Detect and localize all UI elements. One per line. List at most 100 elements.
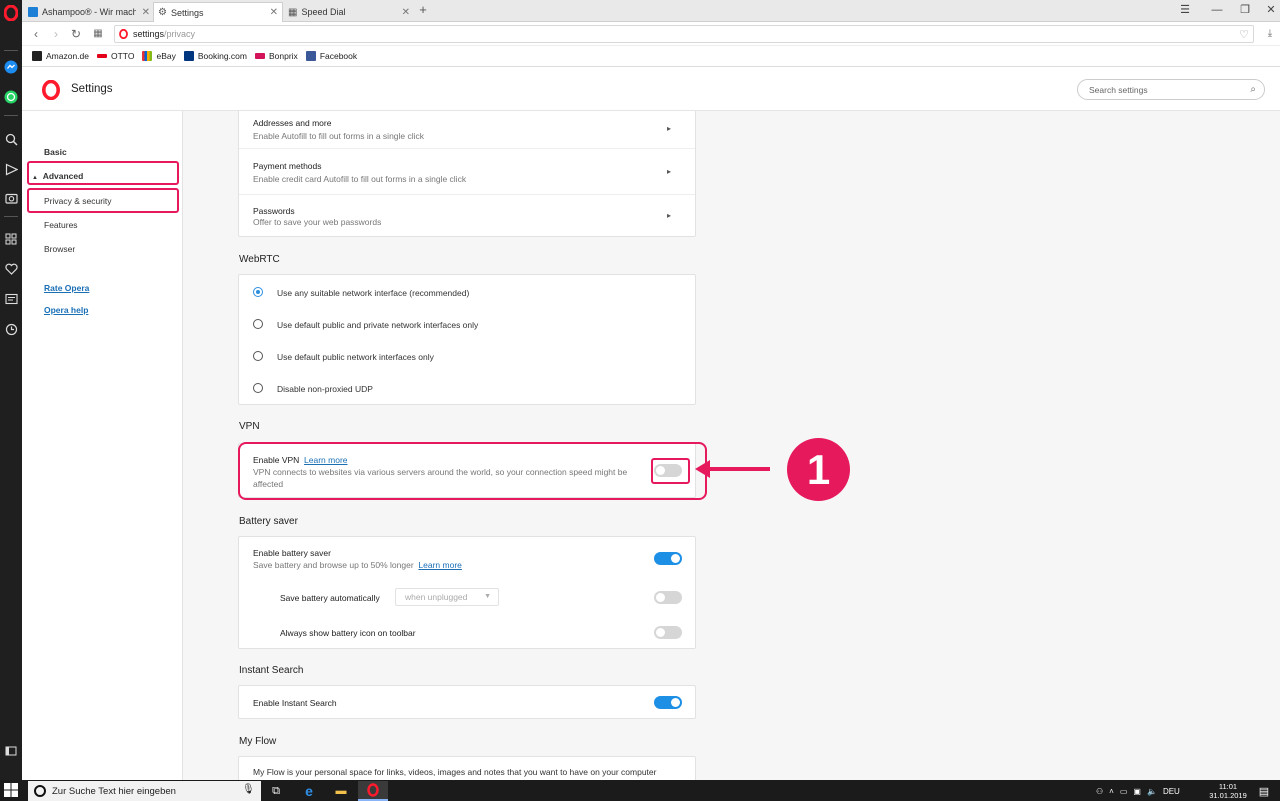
history-icon[interactable] (1, 319, 21, 339)
my-flow-card: My Flow is your personal space for links… (238, 756, 696, 780)
opera-menu-icon[interactable] (1, 3, 21, 23)
sidebar-toggle-icon[interactable] (1, 741, 21, 761)
bookmark-label: OTTO (111, 51, 135, 61)
microphone-icon[interactable]: 🎙 (242, 784, 255, 795)
webrtc-title: WebRTC (239, 254, 280, 265)
display-icon[interactable]: ▣ (1133, 787, 1141, 796)
radio-webrtc-public-private[interactable] (253, 319, 263, 329)
whatsapp-icon[interactable] (1, 87, 21, 107)
battery-learn-more-link[interactable]: Learn more (418, 560, 461, 570)
taskbar-search-input[interactable]: Zur Suche Text hier eingeben 🎙 (28, 781, 261, 801)
speed-dial-icon[interactable] (1, 229, 21, 249)
send-icon[interactable] (1, 159, 21, 179)
close-tab-icon[interactable]: ✕ (142, 7, 150, 18)
bookmark-booking[interactable]: Booking.com (183, 51, 247, 61)
battery-subtitle: Save battery and browse up to 50% longer (253, 560, 414, 570)
opera-badge-icon (119, 29, 128, 39)
nav-advanced[interactable]: ▲ Advanced (32, 171, 83, 181)
file-explorer-icon[interactable]: ▬ (326, 781, 356, 801)
radio-label: Use default public network interfaces on… (277, 352, 434, 362)
search-icon: ⌕ (1250, 84, 1256, 95)
battery-saver-toggle[interactable] (654, 552, 682, 565)
volume-icon[interactable]: 🔈 (1147, 787, 1157, 796)
tab-settings[interactable]: ⚙ Settings ✕ (153, 2, 283, 22)
booking-icon (183, 51, 194, 61)
heart-icon[interactable] (1, 259, 21, 279)
edge-icon[interactable]: e (294, 781, 324, 801)
settings-search-input[interactable]: Search settings ⌕ (1077, 79, 1265, 100)
camera-icon[interactable] (1, 188, 21, 208)
opera-sidebar (0, 0, 22, 780)
url-path: /privacy (164, 29, 196, 39)
task-view-icon[interactable]: ⧉ (261, 781, 291, 801)
settings-main: Addresses and more Enable Autofill to fi… (183, 111, 1280, 780)
sidebar-divider (4, 115, 18, 116)
reload-button[interactable]: ↻ (68, 26, 84, 42)
radio-webrtc-any[interactable] (253, 287, 263, 297)
tab-ashampoo[interactable]: Ashampoo® - Wir machen ✕ (24, 2, 154, 22)
radio-label: Use default public and private network i… (277, 320, 479, 330)
rate-opera-link[interactable]: Rate Opera (44, 283, 89, 293)
opera-help-link[interactable]: Opera help (44, 305, 88, 315)
radio-webrtc-public[interactable] (253, 351, 263, 361)
messenger-icon[interactable] (1, 57, 21, 77)
bookmark-heart-icon[interactable]: ♡ (1239, 28, 1249, 41)
news-icon[interactable] (1, 289, 21, 309)
bookmark-ebay[interactable]: eBay (142, 51, 176, 61)
radio-webrtc-disable-udp[interactable] (253, 383, 263, 393)
url-field[interactable]: settings/privacy ♡ (114, 25, 1254, 43)
speed-dial-button[interactable]: ▦ (90, 26, 106, 42)
forward-button[interactable]: › (48, 26, 64, 42)
my-flow-description: My Flow is your personal space for links… (253, 767, 657, 777)
row-subtitle: Enable credit card Autofill to fill out … (253, 174, 467, 184)
row-subtitle: Offer to save your web passwords (253, 217, 382, 227)
instant-search-toggle[interactable] (654, 696, 682, 709)
nav-basic[interactable]: Basic (44, 147, 67, 157)
nav-browser[interactable]: Browser (44, 244, 75, 254)
nav-features[interactable]: Features (44, 220, 78, 230)
battery-icon-toggle[interactable] (654, 626, 682, 639)
minimize-button[interactable]: — (1206, 2, 1228, 18)
instant-search-title: Instant Search (239, 665, 304, 676)
opera-taskbar-icon[interactable] (358, 781, 388, 801)
chevron-up-icon[interactable]: ˄ (1109, 787, 1114, 796)
download-icon[interactable]: ⤓ (1262, 26, 1278, 42)
windows-taskbar: Zur Suche Text hier eingeben 🎙 ⧉ e ▬ ⚇ ˄… (0, 780, 1280, 801)
taskbar-clock[interactable]: 11:01 31.01.2019 (1208, 782, 1248, 800)
notifications-icon[interactable]: ▤ (1252, 781, 1276, 801)
close-tab-icon[interactable]: ✕ (402, 7, 410, 18)
keyboard-language[interactable]: DEU (1163, 787, 1180, 796)
close-tab-icon[interactable]: ✕ (270, 7, 278, 18)
row-title: Addresses and more (253, 118, 332, 128)
tab-menu-icon[interactable]: ☰ (1174, 2, 1196, 18)
people-icon[interactable]: ⚇ (1096, 787, 1103, 796)
bookmark-label: eBay (156, 51, 176, 61)
bookmark-otto[interactable]: OTTO (97, 51, 134, 61)
battery-card: Enable battery saver Save battery and br… (238, 536, 696, 649)
clock-date: 31.01.2019 (1209, 791, 1247, 800)
windows-start-icon[interactable] (4, 783, 18, 797)
back-button[interactable]: ‹ (28, 26, 44, 42)
bonprix-icon (254, 53, 265, 59)
battery-auto-toggle[interactable] (654, 591, 682, 604)
highlight-vpn-card (238, 442, 707, 500)
sidebar-divider (4, 50, 18, 51)
radio-label: Disable non-proxied UDP (277, 384, 373, 394)
bookmark-bonprix[interactable]: Bonprix (254, 51, 298, 61)
bookmark-facebook[interactable]: Facebook (305, 51, 357, 61)
battery-auto-select[interactable]: when unplugged ▼ (395, 588, 499, 606)
network-icon[interactable]: ▭ (1120, 787, 1128, 796)
row-title: Passwords (253, 206, 295, 216)
search-icon[interactable] (1, 129, 21, 149)
annotation-number-badge: 1 (787, 438, 850, 501)
nav-privacy-security[interactable]: Privacy & security (44, 196, 112, 206)
restore-button[interactable]: ❐ (1234, 2, 1256, 18)
tab-title: Settings (170, 7, 204, 18)
new-tab-button[interactable]: + (416, 3, 430, 17)
close-window-button[interactable]: ✕ (1260, 2, 1280, 18)
battery-enable-label: Enable battery saver (253, 548, 331, 558)
tab-title: Speed Dial (301, 7, 346, 17)
tab-speed-dial[interactable]: ▦ Speed Dial ✕ (284, 2, 414, 22)
bookmark-amazon[interactable]: Amazon.de (32, 51, 89, 61)
ebay-icon (142, 51, 153, 61)
